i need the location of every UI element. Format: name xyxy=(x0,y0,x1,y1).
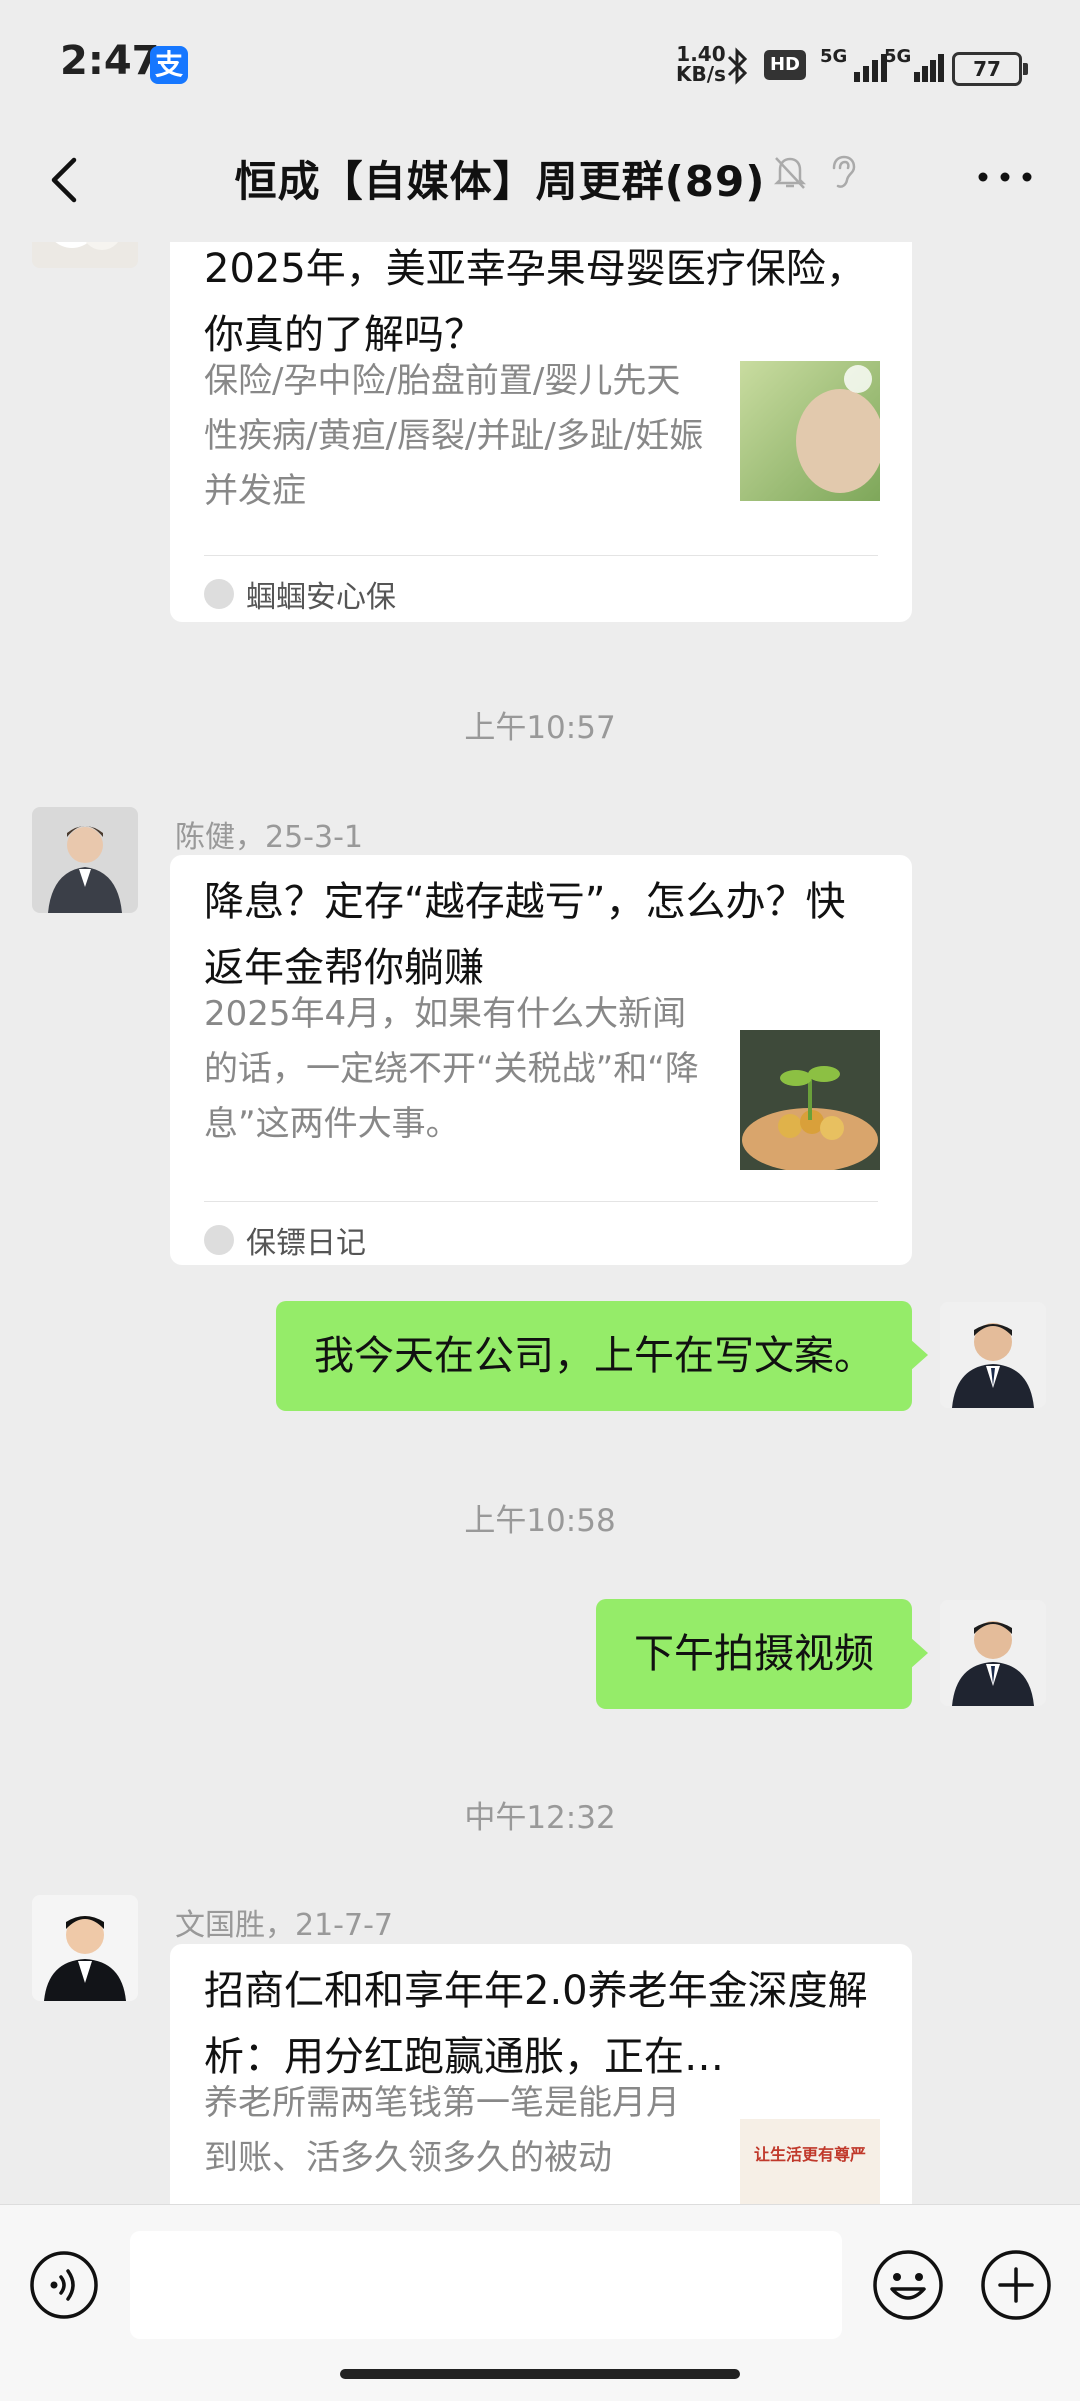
network-speed: 1.40 KB/s xyxy=(676,42,726,86)
article-title: 招商仁和和享年年2.0养老年金深度解析：用分红跑赢通胀，正在… xyxy=(204,1968,868,2080)
home-indicator[interactable] xyxy=(340,2369,740,2379)
source-avatar-icon xyxy=(204,579,234,609)
chat-header: 恒成【自媒体】周更群(89) xyxy=(0,130,1080,242)
status-time: 2:47 xyxy=(60,38,160,84)
emoji-button[interactable] xyxy=(870,2247,946,2323)
back-button[interactable] xyxy=(36,150,96,210)
avatar-sender-1[interactable] xyxy=(32,242,138,268)
ear-icon xyxy=(822,152,862,192)
article-source: 保镖日记 xyxy=(204,1218,366,1262)
avatar-me[interactable] xyxy=(940,1302,1046,1408)
more-dots-icon xyxy=(978,172,1032,182)
plus-button[interactable] xyxy=(978,2247,1054,2323)
bell-off-icon xyxy=(770,152,810,192)
article-title: 降息？定存“越存越亏”，怎么办？快返年金帮你躺赚 xyxy=(204,879,846,991)
article-card-3[interactable]: 招商仁和和享年年2.0养老年金深度解析：用分红跑赢通胀，正在… 养老所需两笔钱第… xyxy=(170,1944,912,2204)
timestamp: 上午10:57 xyxy=(464,710,616,746)
battery-indicator: 77 xyxy=(952,52,1028,86)
article-card-2[interactable]: 降息？定存“越存越亏”，怎么办？快返年金帮你躺赚 2025年4月，如果有什么大新… xyxy=(170,855,912,1265)
timestamp: 上午10:58 xyxy=(464,1503,616,1539)
alipay-icon: 支 xyxy=(150,46,188,84)
article-description: 保险/孕中险/胎盘前置/婴儿先天性疾病/黄疸/唇裂/并趾/多趾/妊娠并发症 xyxy=(204,361,704,511)
sender-name: 文国胜，21-7-7 xyxy=(175,1908,393,1943)
chat-title: 恒成【自媒体】周更群(89) xyxy=(234,157,766,206)
chevron-left-icon xyxy=(51,157,77,203)
article-thumbnail xyxy=(740,1030,880,1170)
input-bar xyxy=(0,2204,1080,2401)
more-button[interactable] xyxy=(970,152,1040,202)
sender-name: 陈健，25-3-1 xyxy=(175,820,363,855)
emoji-icon xyxy=(873,2250,943,2320)
timestamp: 中午12:32 xyxy=(464,1800,616,1836)
signal-icon-1: 5G xyxy=(820,46,890,82)
article-source: 蝈蝈安心保 xyxy=(204,572,396,616)
my-message-bubble[interactable]: 下午拍摄视频 xyxy=(596,1599,928,1709)
status-bar: 2:47 支 1.40 KB/s HD 5G 5G 77 xyxy=(0,0,1080,130)
source-avatar-icon xyxy=(204,1225,234,1255)
avatar-me[interactable] xyxy=(940,1600,1046,1706)
bluetooth-icon xyxy=(725,46,751,95)
my-message-bubble[interactable]: 我今天在公司，上午在写文案。 xyxy=(276,1301,928,1411)
avatar-chen-jian[interactable] xyxy=(32,807,138,913)
hd-badge: HD xyxy=(764,50,806,80)
plus-icon xyxy=(981,2250,1051,2320)
article-title: 2025年，美亚幸孕果母婴医疗保险，你真的了解吗？ xyxy=(204,246,866,358)
voice-icon xyxy=(30,2251,98,2319)
article-card-1[interactable]: 2025年，美亚幸孕果母婴医疗保险，你真的了解吗？ 保险/孕中险/胎盘前置/婴儿… xyxy=(170,242,912,622)
article-description: 2025年4月，如果有什么大新闻的话，一定绕不开“关税战”和“降息”这两件大事。 xyxy=(204,994,699,1144)
message-input[interactable] xyxy=(130,2231,842,2339)
article-description: 养老所需两笔钱第一笔是能月月到账、活多久领多久的被动 xyxy=(204,2083,680,2178)
message-list[interactable]: 2025年，美亚幸孕果母婴医疗保险，你真的了解吗？ 保险/孕中险/胎盘前置/婴儿… xyxy=(0,242,1080,2204)
article-thumbnail: 让生活更有尊严 xyxy=(740,2119,880,2204)
signal-icon-2: 5G xyxy=(884,46,954,82)
avatar-wen-guosheng[interactable] xyxy=(32,1895,138,2001)
article-thumbnail xyxy=(740,361,880,501)
voice-button[interactable] xyxy=(28,2249,100,2321)
